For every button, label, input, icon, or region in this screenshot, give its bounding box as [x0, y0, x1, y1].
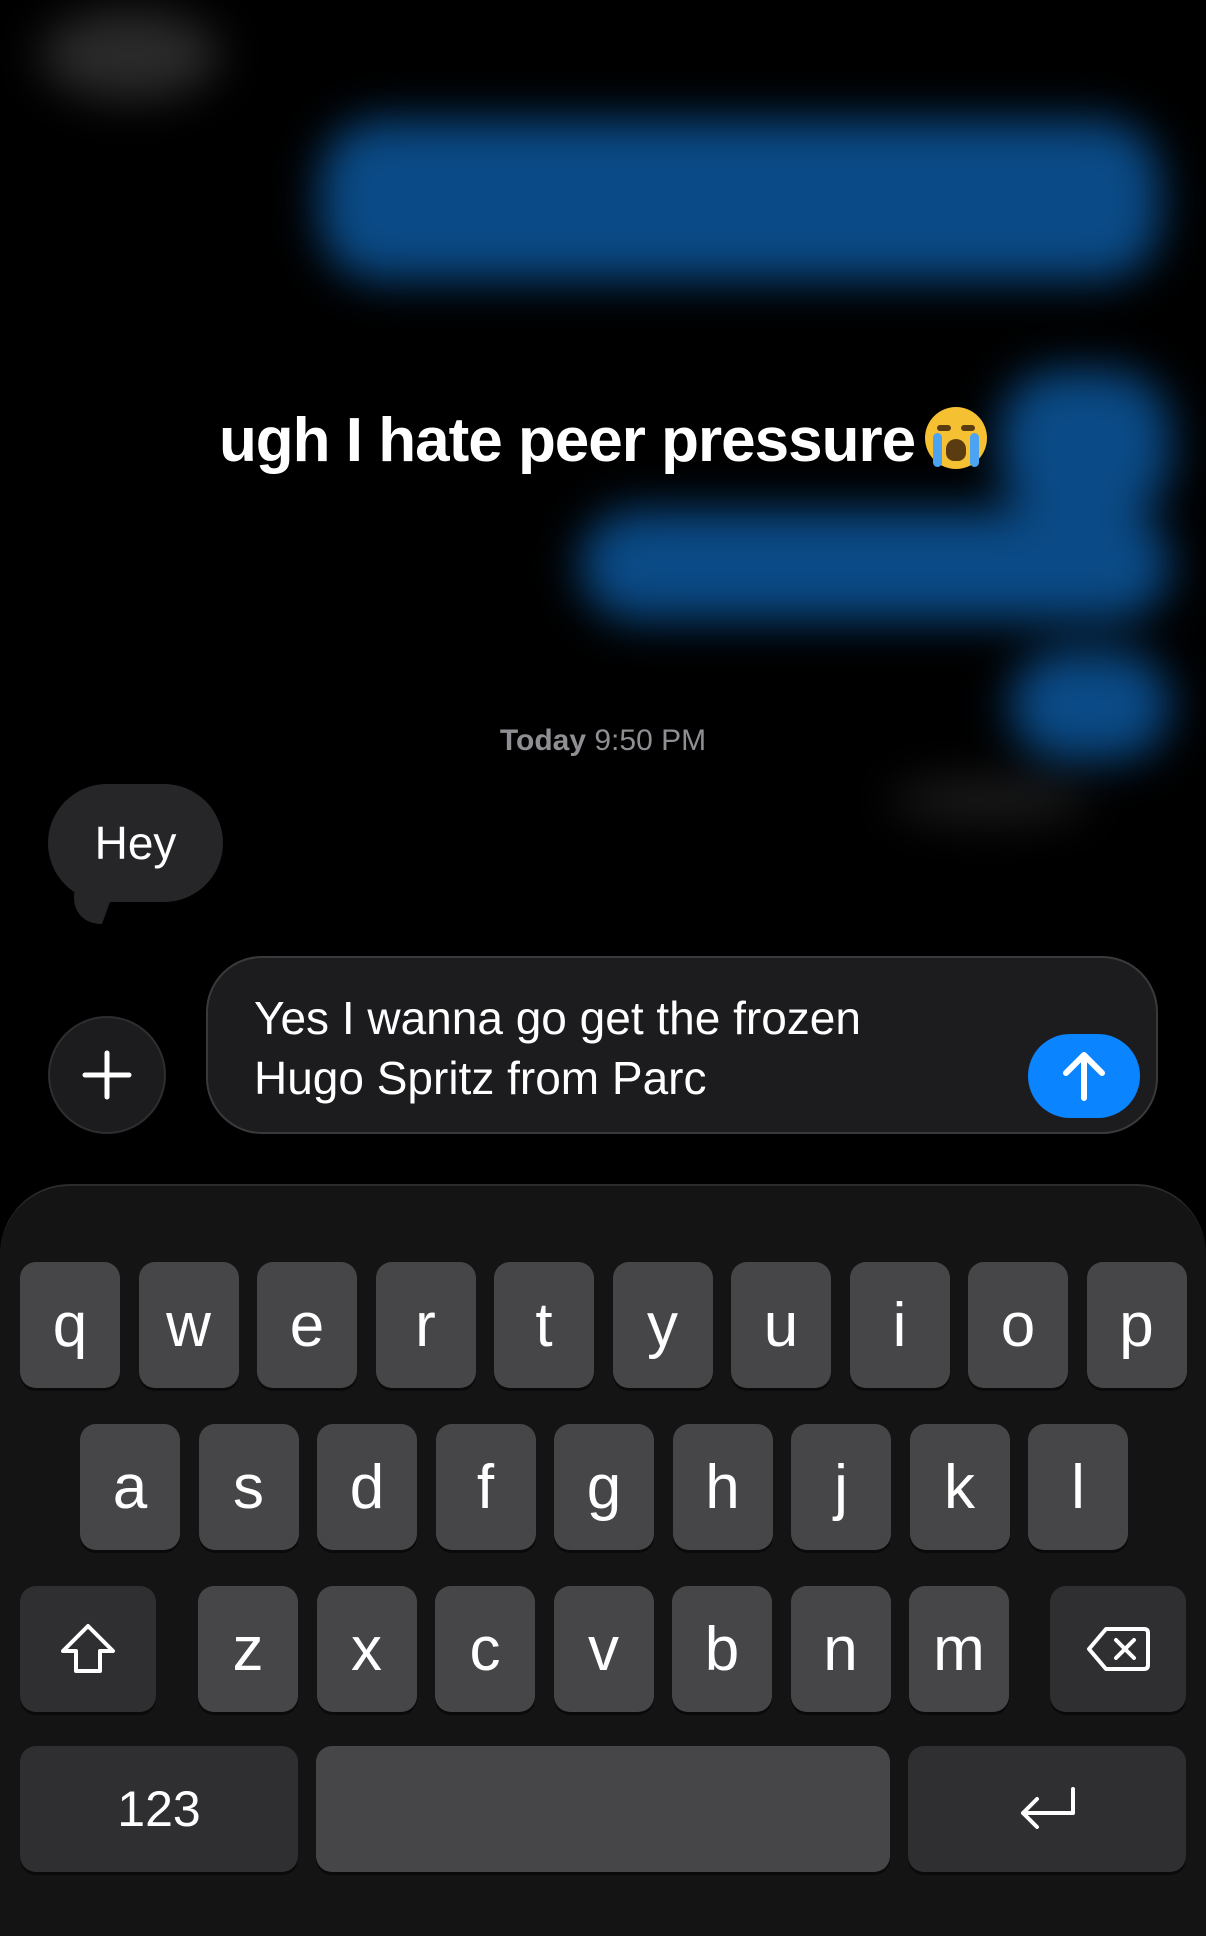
incoming-message-bubble[interactable]: Hey: [48, 784, 223, 902]
key-n[interactable]: n: [790, 1586, 891, 1712]
return-key[interactable]: [908, 1746, 1186, 1872]
key-p[interactable]: p: [1086, 1262, 1187, 1388]
key-f[interactable]: f: [435, 1424, 536, 1550]
crying-face-icon: [925, 407, 988, 469]
timestamp-time: 9:50 PM: [594, 724, 707, 757]
overlay-caption-text: ugh I hate peer pressure: [218, 406, 916, 475]
key-e[interactable]: e: [257, 1262, 357, 1388]
send-button[interactable]: [1028, 1034, 1140, 1118]
shift-icon: [61, 1624, 115, 1673]
compose-text-line-2: Hugo Spritz from Parc: [254, 1052, 707, 1104]
add-attachment-button[interactable]: [48, 1016, 166, 1134]
key-h[interactable]: h: [672, 1424, 773, 1550]
key-j[interactable]: j: [791, 1424, 891, 1550]
compose-text-line-1: Yes I wanna go get the frozen: [254, 992, 861, 1044]
delete-key[interactable]: [1050, 1586, 1186, 1712]
numbers-key-label: 123: [117, 1781, 201, 1837]
key-i[interactable]: i: [849, 1262, 950, 1388]
shift-key[interactable]: [20, 1586, 156, 1712]
key-y[interactable]: y: [612, 1262, 713, 1388]
key-l[interactable]: l: [1028, 1424, 1128, 1550]
plus-icon: [82, 1050, 132, 1100]
key-b[interactable]: b: [672, 1586, 772, 1712]
key-q[interactable]: q: [20, 1262, 120, 1388]
message-compose-field[interactable]: Yes I wanna go get the frozen Hugo Sprit…: [206, 956, 1158, 1134]
key-x[interactable]: x: [316, 1586, 417, 1712]
arrow-up-icon: [1063, 1052, 1105, 1101]
return-icon: [1021, 1787, 1075, 1829]
key-m[interactable]: m: [909, 1586, 1009, 1712]
delete-icon: [1087, 1627, 1150, 1671]
keyboard: qwertyuiop asdfghjkl zxcvbnm 123: [0, 1184, 1206, 1936]
key-r[interactable]: r: [375, 1262, 476, 1388]
key-o[interactable]: o: [968, 1262, 1068, 1388]
key-v[interactable]: v: [553, 1586, 654, 1712]
overlay-caption: ugh I hate peer pressure: [0, 405, 1206, 476]
key-u[interactable]: u: [731, 1262, 831, 1388]
timestamp-day: Today: [499, 724, 587, 757]
key-g[interactable]: g: [554, 1424, 654, 1550]
compose-text[interactable]: Yes I wanna go get the frozen Hugo Sprit…: [254, 988, 1014, 1108]
key-a[interactable]: a: [80, 1424, 180, 1550]
key-k[interactable]: k: [909, 1424, 1010, 1550]
key-d[interactable]: d: [317, 1424, 417, 1550]
key-z[interactable]: z: [198, 1586, 298, 1712]
key-c[interactable]: c: [435, 1586, 535, 1712]
message-timestamp: Today 9:50 PM: [0, 724, 1206, 758]
message-text: Hey: [94, 817, 177, 869]
key-s[interactable]: s: [198, 1424, 299, 1550]
numbers-key[interactable]: 123: [20, 1746, 298, 1872]
key-w[interactable]: w: [138, 1262, 239, 1388]
space-key[interactable]: [316, 1746, 890, 1872]
key-t[interactable]: t: [494, 1262, 594, 1388]
